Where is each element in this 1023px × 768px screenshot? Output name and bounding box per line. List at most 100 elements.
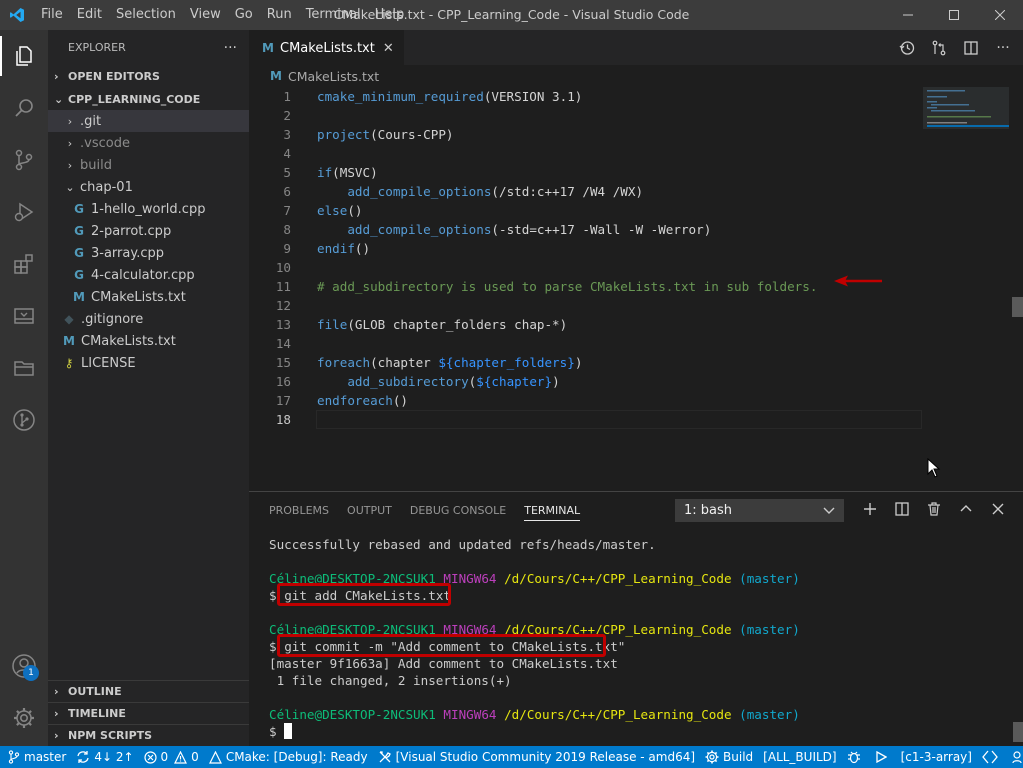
project-manager-icon[interactable] [0, 342, 48, 394]
menu-selection[interactable]: Selection [109, 0, 183, 30]
project-section[interactable]: ⌄ CPP_LEARNING_CODE [48, 88, 249, 110]
tree-file-license[interactable]: ⚷ LICENSE [48, 352, 249, 374]
status-build[interactable]: Build [700, 746, 758, 768]
explorer-icon[interactable] [0, 30, 48, 82]
git-graph-icon[interactable] [0, 394, 48, 446]
editor-scrollbar[interactable] [1009, 87, 1023, 491]
tree-file-3-array[interactable]: G 3-array.cpp [48, 242, 249, 264]
status-sync[interactable]: 4↓ 2↑ [71, 746, 138, 768]
status-problems[interactable]: 0 0 [139, 746, 204, 768]
highlight-box [277, 634, 606, 657]
tree-file-1-hello-world[interactable]: G 1-hello_world.cpp [48, 198, 249, 220]
menu-go[interactable]: Go [228, 0, 260, 30]
tab-output[interactable]: OUTPUT [347, 492, 392, 528]
tree-file-4-calculator[interactable]: G 4-calculator.cpp [48, 264, 249, 286]
tab-debug-console[interactable]: DEBUG CONSOLE [410, 492, 506, 528]
settings-gear-icon[interactable] [0, 692, 48, 744]
source-control-icon[interactable] [0, 134, 48, 186]
terminal-select[interactable]: 1: bash [675, 499, 844, 522]
code-editor[interactable]: 1 cmake_minimum_required(VERSION 3.1) 2 3 pr… [249, 87, 1023, 491]
kill-terminal-icon[interactable] [923, 498, 945, 520]
tree-folder-chap-01[interactable]: ⌄ chap-01 [48, 176, 249, 198]
split-terminal-icon[interactable] [891, 498, 913, 520]
status-build-target[interactable]: [ALL_BUILD] [758, 746, 841, 768]
tree-label: LICENSE [81, 355, 136, 371]
status-feedback[interactable] [1007, 746, 1023, 768]
code-line[interactable]: 12 [249, 296, 1023, 315]
menu-edit[interactable]: Edit [70, 0, 109, 30]
outline-section[interactable]: › OUTLINE [48, 680, 249, 702]
menu-terminal[interactable]: Terminal [299, 0, 368, 30]
commit-output: [master 9f1663a] Add comment to CMakeLis… [269, 656, 618, 671]
close-tab-icon[interactable]: ✕ [383, 41, 394, 56]
code-line[interactable]: 5 if(MSVC) [249, 163, 1023, 182]
code-line[interactable]: 1 cmake_minimum_required(VERSION 3.1) [249, 87, 1023, 106]
tree-folder-vscode[interactable]: › .vscode [48, 132, 249, 154]
tree-file-2-parrot[interactable]: G 2-parrot.cpp [48, 220, 249, 242]
prompt-user: Céline@DESKTOP-2NCSUK1 [269, 707, 436, 722]
code-line[interactable]: 15 foreach(chapter ${chapter_folders}) [249, 353, 1023, 372]
menu-run[interactable]: Run [260, 0, 299, 30]
npm-scripts-section[interactable]: › NPM SCRIPTS [48, 724, 249, 746]
code-line[interactable]: 16 add_subdirectory(${chapter}) [249, 372, 1023, 391]
more-actions-icon[interactable]: ··· [993, 40, 1013, 56]
menu-view[interactable]: View [183, 0, 228, 30]
timeline-history-icon[interactable] [897, 40, 917, 56]
maximize-button[interactable] [931, 0, 977, 30]
code-line[interactable]: 14 [249, 334, 1023, 353]
scrollbar-thumb[interactable] [1012, 297, 1023, 317]
tab-terminal[interactable]: TERMINAL [524, 492, 580, 528]
code-line[interactable]: 13 file(GLOB chapter_folders chap-*) [249, 315, 1023, 334]
maximize-panel-icon[interactable] [955, 498, 977, 520]
status-run[interactable] [870, 746, 896, 768]
status-kit[interactable]: [Visual Studio Community 2019 Release - … [373, 746, 700, 768]
run-debug-icon[interactable] [0, 186, 48, 238]
tab-cmakelists[interactable]: M CMakeLists.txt ✕ [249, 30, 404, 65]
extensions-icon[interactable] [0, 238, 48, 290]
account-icon[interactable]: 1 [0, 640, 48, 692]
open-changes-icon[interactable] [929, 40, 949, 56]
code-line[interactable]: 3 project(Cours-CPP) [249, 125, 1023, 144]
code-line[interactable]: 8 add_compile_options(-std=c++17 -Wall -… [249, 220, 1023, 239]
minimize-button[interactable] [885, 0, 931, 30]
remote-explorer-icon[interactable] [0, 290, 48, 342]
code-line[interactable]: 2 [249, 106, 1023, 125]
code-line[interactable]: 9 endif() [249, 239, 1023, 258]
breadcrumb-file[interactable]: CMakeLists.txt [288, 69, 379, 84]
search-icon[interactable] [0, 82, 48, 134]
menu-file[interactable]: File [34, 0, 70, 30]
code-line[interactable]: 11 # add_subdirectory is used to parse CM… [249, 277, 1023, 296]
tree-file-gitignore[interactable]: ◆ .gitignore [48, 308, 249, 330]
more-actions-icon[interactable]: ··· [224, 40, 237, 56]
code-line[interactable]: 6 add_compile_options(/std:c++17 /W4 /WX… [249, 182, 1023, 201]
status-launch-target[interactable]: [c1-3-array] [896, 746, 977, 768]
tab-problems[interactable]: PROBLEMS [269, 492, 329, 528]
tree-file-root-cmakelists[interactable]: M CMakeLists.txt [48, 330, 249, 352]
split-editor-icon[interactable] [961, 40, 981, 56]
terminal-input-line[interactable]: $ [269, 723, 1009, 740]
tree-folder-build[interactable]: › build [48, 154, 249, 176]
minimap[interactable] [923, 87, 1009, 129]
code-line[interactable]: 4 [249, 144, 1023, 163]
status-branch[interactable]: master [0, 746, 71, 768]
terminal-output[interactable]: Successfully rebased and updated refs/he… [269, 536, 1009, 740]
tree-folder-git[interactable]: › .git [48, 110, 249, 132]
chevron-right-icon: › [67, 136, 73, 150]
new-terminal-icon[interactable] [859, 498, 881, 520]
status-cmake[interactable]: CMake: [Debug]: Ready [204, 746, 373, 768]
menu-help[interactable]: Help [368, 0, 412, 30]
terminal-scrollbar[interactable] [1013, 722, 1023, 742]
open-editors-section[interactable]: › OPEN EDITORS [48, 65, 249, 87]
code-line[interactable]: 17 endforeach() [249, 391, 1023, 410]
code-line[interactable]: 7 else() [249, 201, 1023, 220]
account-badge: 1 [23, 665, 39, 681]
close-window-button[interactable] [977, 0, 1023, 30]
cpp-file-icon: G [74, 268, 84, 282]
close-panel-icon[interactable] [987, 498, 1009, 520]
timeline-section[interactable]: › TIMELINE [48, 702, 249, 724]
tree-file-chap-cmakelists[interactable]: M CMakeLists.txt [48, 286, 249, 308]
code-line[interactable]: 18 [249, 410, 1023, 429]
status-live-share[interactable] [977, 746, 1007, 768]
status-debug[interactable] [842, 746, 870, 768]
code-line[interactable]: 10 [249, 258, 1023, 277]
